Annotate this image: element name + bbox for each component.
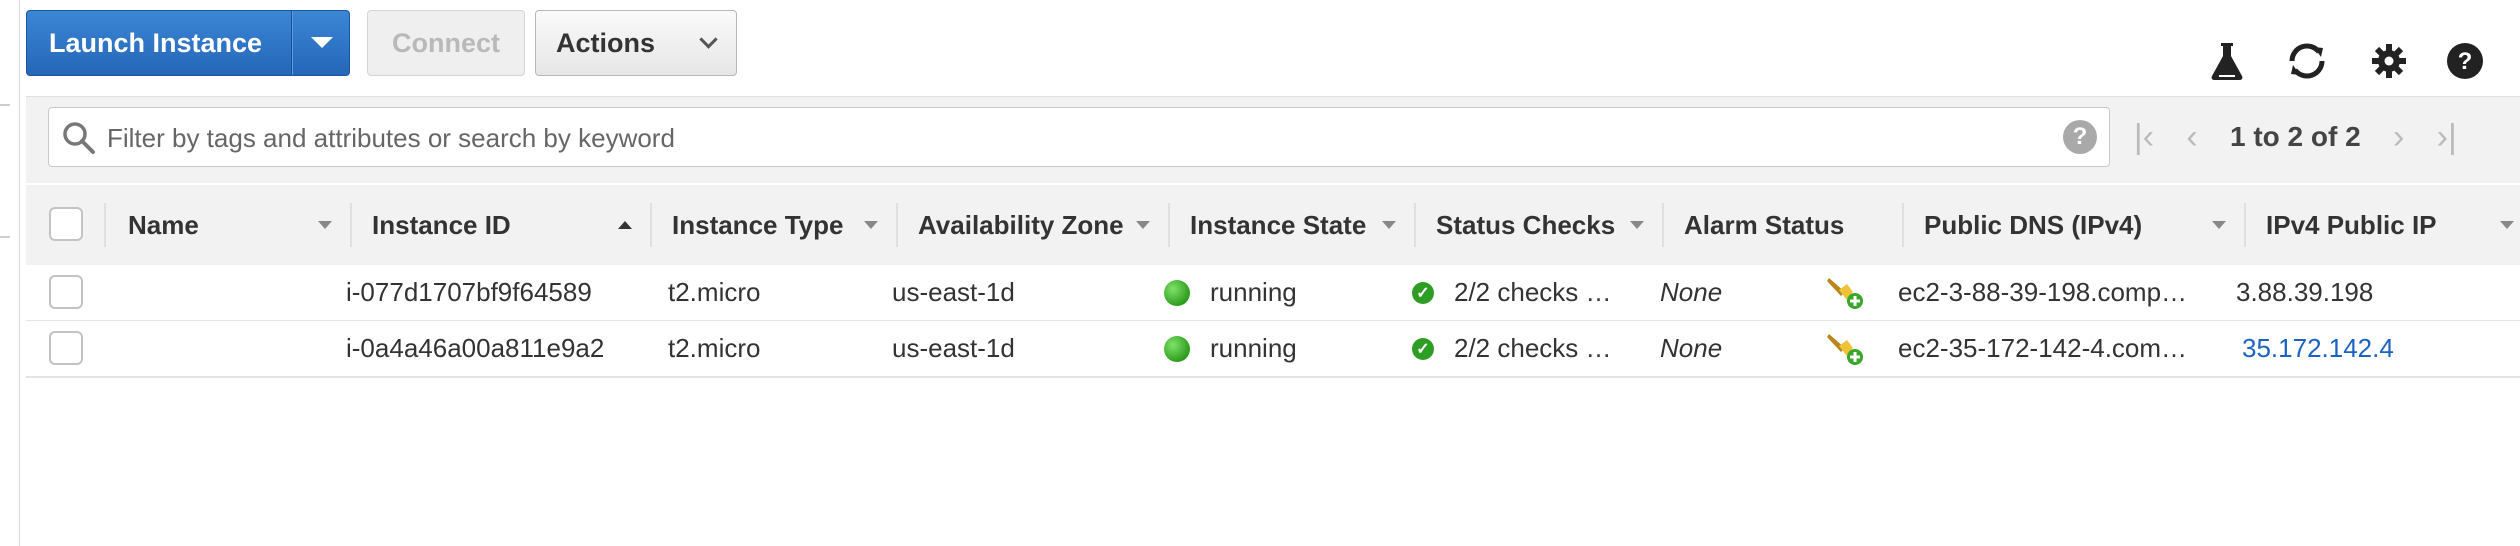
availability-zone-cell: us-east-1d bbox=[892, 277, 1015, 307]
checkmark-icon: ✓ bbox=[1412, 337, 1434, 360]
left-panel-edge bbox=[0, 0, 20, 546]
row-checkbox[interactable] bbox=[49, 331, 83, 365]
chevron-down-icon bbox=[699, 30, 718, 49]
column-label: Instance State bbox=[1190, 209, 1367, 240]
checkmark-icon: ✓ bbox=[1412, 281, 1434, 304]
alarm-status-cell: None bbox=[1660, 277, 1723, 307]
column-label: IPv4 Public IP bbox=[2266, 209, 2437, 240]
column-header-public-dns[interactable]: Public DNS (IPv4) bbox=[1904, 185, 2244, 265]
search-icon bbox=[61, 120, 97, 161]
status-checks-cell: ✓ 2/2 checks … bbox=[1412, 265, 1612, 320]
instance-state-label: running bbox=[1210, 333, 1297, 363]
running-status-icon bbox=[1164, 335, 1190, 362]
refresh-icon[interactable] bbox=[2284, 38, 2330, 84]
column-header-status-checks[interactable]: Status Checks bbox=[1416, 185, 1662, 265]
search-placeholder: Filter by tags and attributes or search … bbox=[107, 123, 675, 153]
pagination-text: 1 to 2 of 2 bbox=[2230, 121, 2361, 152]
public-ip-cell: 3.88.39.198 bbox=[2236, 277, 2374, 307]
actions-label: Actions bbox=[556, 27, 656, 58]
prev-page-icon[interactable]: ‹ bbox=[2168, 118, 2216, 157]
actions-button[interactable]: Actions bbox=[535, 10, 737, 76]
column-label: Name bbox=[128, 209, 199, 240]
create-alarm-icon[interactable] bbox=[1826, 265, 1866, 320]
help-icon[interactable]: ? bbox=[2442, 38, 2488, 84]
column-header-name[interactable]: Name bbox=[106, 185, 350, 265]
panel-divider bbox=[0, 104, 10, 106]
availability-zone-cell: us-east-1d bbox=[892, 333, 1015, 363]
column-header-alarm-status[interactable]: Alarm Status bbox=[1664, 185, 1902, 265]
search-input[interactable]: Filter by tags and attributes or search … bbox=[48, 107, 2110, 167]
pagination: |‹ ‹ 1 to 2 of 2 › ›| bbox=[2120, 107, 2471, 167]
public-dns-cell: ec2-3-88-39-198.comp… bbox=[1898, 277, 2188, 307]
column-header-availability-zone[interactable]: Availability Zone bbox=[898, 185, 1168, 265]
table-row[interactable]: i-0a4a46a00a811e9a2 t2.micro us-east-1d … bbox=[26, 321, 2520, 378]
column-label: Instance Type bbox=[672, 209, 844, 240]
search-help-icon[interactable]: ? bbox=[2063, 120, 2097, 154]
column-header-instance-id[interactable]: Instance ID bbox=[352, 185, 650, 265]
column-label: Status Checks bbox=[1436, 209, 1616, 240]
last-page-icon[interactable]: ›| bbox=[2423, 118, 2471, 157]
svg-text:?: ? bbox=[2458, 48, 2473, 75]
flask-icon[interactable] bbox=[2204, 38, 2250, 84]
sort-icon bbox=[864, 221, 878, 229]
column-label: Public DNS (IPv4) bbox=[1924, 209, 2143, 240]
column-label: Instance ID bbox=[372, 209, 511, 240]
status-checks-label: 2/2 checks … bbox=[1454, 333, 1612, 363]
column-header-instance-type[interactable]: Instance Type bbox=[652, 185, 896, 265]
sort-icon bbox=[1630, 221, 1644, 229]
instance-state-label: running bbox=[1210, 277, 1297, 307]
select-all-checkbox[interactable] bbox=[49, 207, 83, 241]
instance-id-cell: i-0a4a46a00a811e9a2 bbox=[346, 333, 605, 363]
public-ip-link[interactable]: 35.172.142.4 bbox=[2242, 321, 2394, 376]
filter-bar: Filter by tags and attributes or search … bbox=[26, 96, 2520, 183]
next-page-icon[interactable]: › bbox=[2375, 118, 2423, 157]
table-header: Name Instance ID Instance Type Availabil… bbox=[26, 185, 2520, 267]
sort-icon bbox=[1382, 221, 1396, 229]
create-alarm-icon[interactable] bbox=[1826, 321, 1866, 376]
launch-instance-label: Launch Instance bbox=[49, 27, 263, 58]
sort-icon bbox=[2500, 221, 2514, 229]
panel-divider bbox=[0, 236, 10, 238]
gear-icon[interactable] bbox=[2366, 38, 2412, 84]
instance-type-cell: t2.micro bbox=[668, 277, 761, 307]
sort-icon bbox=[1136, 221, 1150, 229]
instance-state-cell: running bbox=[1164, 321, 1297, 376]
instance-id-cell: i-077d1707bf9f64589 bbox=[346, 277, 592, 307]
launch-instance-button[interactable]: Launch Instance bbox=[26, 10, 350, 76]
column-label: Alarm Status bbox=[1684, 209, 1845, 240]
instance-state-cell: running bbox=[1164, 265, 1297, 320]
public-dns-cell: ec2-35-172-142-4.com… bbox=[1898, 333, 2188, 363]
row-checkbox[interactable] bbox=[49, 275, 83, 309]
column-header-instance-state[interactable]: Instance State bbox=[1170, 185, 1414, 265]
status-checks-label: 2/2 checks … bbox=[1454, 277, 1612, 307]
first-page-icon[interactable]: |‹ bbox=[2120, 118, 2168, 157]
button-split-divider bbox=[291, 11, 292, 75]
column-header-ipv4-public-ip[interactable]: IPv4 Public IP bbox=[2246, 185, 2518, 265]
sort-icon bbox=[318, 221, 332, 229]
sort-ascending-icon bbox=[618, 221, 632, 229]
status-checks-cell: ✓ 2/2 checks … bbox=[1412, 321, 1612, 376]
instance-type-cell: t2.micro bbox=[668, 333, 761, 363]
column-label: Availability Zone bbox=[918, 209, 1124, 240]
connect-button[interactable]: Connect bbox=[367, 10, 525, 76]
running-status-icon bbox=[1164, 279, 1190, 306]
launch-dropdown-caret-icon[interactable] bbox=[311, 37, 333, 48]
alarm-status-cell: None bbox=[1660, 333, 1723, 363]
table-row[interactable]: i-077d1707bf9f64589 t2.micro us-east-1d … bbox=[26, 265, 2520, 322]
sort-icon bbox=[2212, 221, 2226, 229]
